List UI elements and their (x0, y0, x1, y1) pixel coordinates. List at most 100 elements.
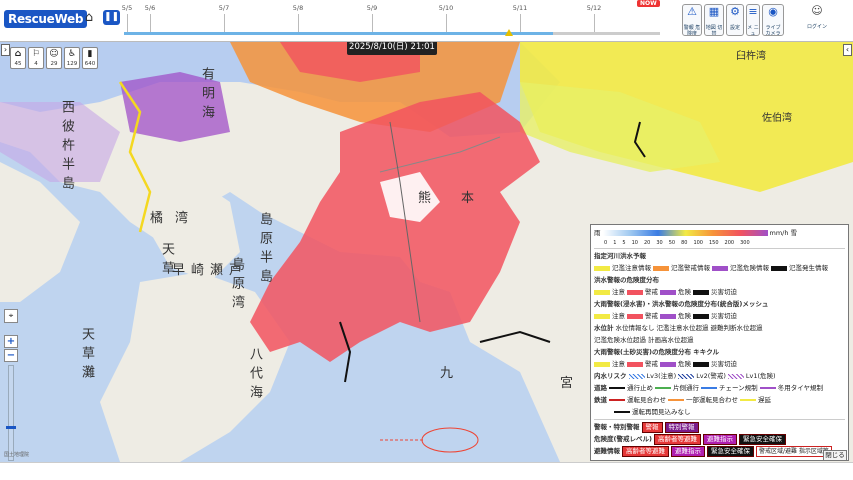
legend-swatch (712, 265, 728, 271)
legend-items: 鉄道 運転見合わせ 一部運転見合わせ 遅延 (594, 394, 845, 406)
close-legend-button[interactable]: 閉じる (823, 450, 847, 461)
legend-swatch (627, 313, 643, 319)
now-badge[interactable]: NOW (637, 0, 660, 7)
user-icon: ☺ (811, 4, 823, 17)
legend-swatch (628, 373, 645, 379)
legend-swatch (693, 289, 709, 295)
evac-row: 避難情報 高齢者等避難 避難指示 緊急安全確保 警戒区域/避難 指示区域等 (594, 445, 845, 457)
menu-button[interactable]: ≡ メ ニュ (746, 4, 760, 36)
legend-section-title: 水位計 (594, 324, 614, 332)
place-label: 島原湾 (229, 257, 244, 314)
button-label: ライブ カメラ (765, 25, 781, 36)
danger-chip: 避難指示 (702, 433, 737, 445)
evac-zone-legend: 警戒区域/避難 指示区域等 (756, 445, 832, 457)
snow-label: 雪 (790, 229, 797, 237)
camera-icon: ◉ (768, 5, 778, 18)
legend-item-label: 危険 (678, 312, 691, 320)
legend-swatch (668, 399, 684, 401)
settings-button[interactable]: ⚙ 設定 (726, 4, 744, 36)
legend-items: 注意 警戒 危険 災害切迫 (594, 310, 845, 322)
shelter-layer-button[interactable]: ⌂ 45 (10, 47, 26, 69)
button-label: 地図 切替 (705, 25, 723, 36)
legend-items: 氾濫危険水位超過 計画高水位超過 (594, 334, 845, 346)
tick-line (150, 14, 151, 32)
place-label: 臼杵湾 (736, 51, 766, 62)
zoom-in-button[interactable]: + (4, 335, 18, 348)
legend-section-title: 道路 (594, 384, 607, 392)
legend-item-label: Lv3(注意) (646, 372, 677, 380)
zoom-slider[interactable] (6, 365, 16, 461)
legend-swatch (594, 265, 610, 271)
evacuation-layer-button[interactable]: ⚐ 4 (28, 47, 44, 69)
app-logo[interactable]: RescueWeb (4, 10, 88, 28)
rain-tick: 10 (631, 240, 638, 246)
rain-tick: 5 (622, 240, 626, 246)
live-camera-button[interactable]: ◉ ライブ カメラ (762, 4, 784, 36)
legend-swatch (678, 373, 695, 379)
people-layer-button[interactable]: ☺ 29 (46, 47, 62, 69)
legend-divider (594, 419, 845, 420)
legend-swatch (660, 361, 676, 367)
timeline-tick: 5/12 (586, 4, 602, 12)
legend-swatch (655, 387, 671, 389)
warning-button[interactable]: ⚠ 警報 危険度 (682, 4, 702, 36)
shelter-icon: ⌂ (14, 49, 22, 59)
tick-line (520, 14, 521, 32)
legend-swatch (660, 313, 676, 319)
rain-ticks-row: 0 1 5 10 20 30 50 80 100 150 200 300 (594, 239, 845, 247)
legend-item-label: 片側通行 (673, 384, 699, 392)
rain-unit: mm/h (769, 229, 789, 237)
special-warning-chip: 特別警報 (664, 421, 699, 433)
warning-icon: ⚠ (687, 5, 697, 18)
pause-button[interactable]: ❚❚ (103, 10, 120, 25)
tick-line (127, 14, 128, 32)
legend-item-label: 運転見合わせ (627, 396, 666, 404)
legend-section-title: 大雨警報(土砂災害)の危険度分布 キキクル (594, 348, 720, 356)
legend-swatch (594, 313, 610, 319)
legend-item-label: 災害切迫 (711, 360, 737, 368)
rain-tick: 80 (681, 240, 688, 246)
timeline-tick: 5/6 (144, 4, 156, 12)
legend-item-label: チェーン規制 (719, 384, 758, 392)
zoom-slider-handle[interactable] (6, 426, 16, 429)
legend-item-label: 氾濫警戒情報 (671, 264, 710, 272)
timeline-handle[interactable] (505, 29, 513, 36)
evac-chip: 避難指示 (671, 445, 705, 457)
timeline[interactable]: 5/5 5/6 5/7 5/8 5/9 5/10 5/11 5/12 NOW (122, 0, 660, 42)
map-switch-button[interactable]: ▦ 地図 切替 (704, 4, 724, 36)
legend-item-label: 注意 (612, 312, 625, 320)
legend-item-label: 運転再開見込みなし (632, 408, 691, 416)
legend-swatch (660, 289, 676, 295)
legend-item-label: 危険 (678, 360, 691, 368)
building-layer-button[interactable]: ▮ 640 (82, 47, 98, 69)
legend-items: 運転再開見込みなし (594, 406, 845, 418)
location-icon[interactable]: ⌖ (4, 309, 18, 323)
layer-toolbar: ⌂ 45 ⚐ 4 ☺ 29 ♿ 129 ▮ 640 (10, 47, 98, 69)
legend-items: 注意 警戒 危険 災害切迫 (594, 286, 845, 298)
home-icon[interactable]: ⌂ (80, 9, 98, 27)
login-button[interactable]: ☺ ログイン (806, 4, 828, 36)
legend-item-label: 通行止め (627, 384, 653, 392)
legend-section-title: 危険度(警戒レベル) (594, 435, 652, 443)
legend-items: 氾濫注意情報 氾濫警戒情報 氾濫危険情報 氾濫発生情報 (594, 262, 845, 274)
right-panel-toggle[interactable]: ‹ (843, 44, 852, 56)
left-panel-toggle[interactable]: › (1, 44, 10, 56)
legend-item-label: 一部運転見合わせ (686, 396, 738, 404)
legend-item-label: Lv1(危険) (745, 372, 776, 380)
rain-tick: 100 (693, 240, 703, 246)
legend-items: 内水リスク Lv3(注意) Lv2(警戒) Lv1(危険) (594, 370, 845, 382)
legend-divider (594, 248, 845, 249)
evacuation-icon: ⚐ (31, 49, 41, 59)
layer-count: 29 (50, 61, 58, 67)
legend-item-label: 氾濫発生情報 (789, 264, 828, 272)
legend-item-label: 氾濫危険水位超過 (594, 336, 646, 344)
timeline-tick: 5/9 (366, 4, 378, 12)
legend-swatch (627, 361, 643, 367)
zoom-out-button[interactable]: − (4, 349, 18, 362)
gear-icon: ⚙ (730, 5, 740, 18)
legend-swatch (693, 361, 709, 367)
place-label: 八代海 (247, 347, 262, 404)
layer-count: 640 (84, 61, 96, 67)
place-label: 熊本 (418, 191, 505, 206)
walker-layer-button[interactable]: ♿ 129 (64, 47, 80, 69)
